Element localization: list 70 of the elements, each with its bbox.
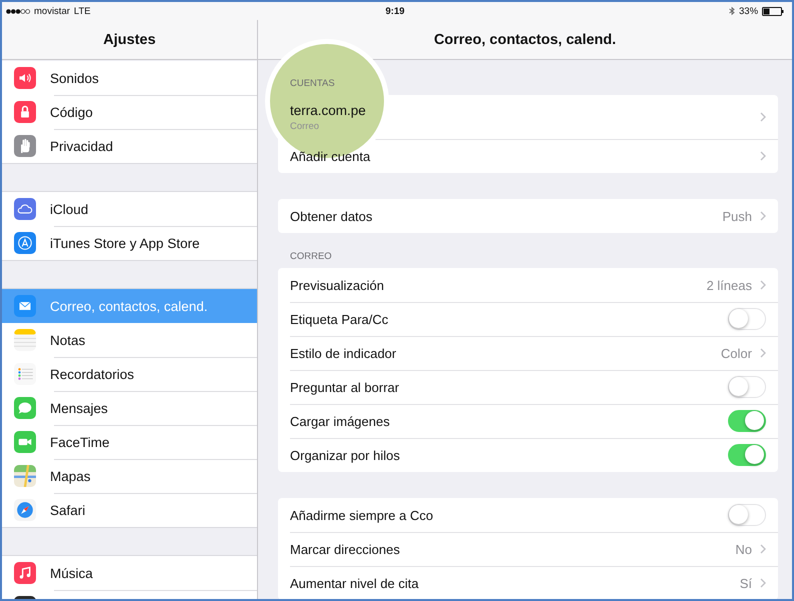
row-value: Color [720,346,752,360]
settings-row[interactable]: Aumentar nivel de cita Sí [278,566,778,599]
sidebar-item[interactable]: Código [2,95,257,129]
sidebar-item[interactable]: iTunes Store y App Store [2,226,257,260]
compass-icon [14,499,36,521]
bluetooth-icon [729,6,735,16]
sidebar-item[interactable]: Recordatorios [2,357,257,391]
map-icon [14,465,36,487]
battery-icon [762,6,784,16]
sidebar-item[interactable]: Privacidad [2,129,257,163]
envelope-icon [14,295,36,317]
row-label: Previsualización [290,278,385,292]
chevron-icon [760,211,766,221]
row-label: Organizar por hilos [290,448,401,462]
section-header: CORREO [289,251,333,264]
lock-icon [14,101,36,123]
row-label: Cargar imágenes [290,414,391,428]
section-header: CUENTAS [289,78,336,91]
sidebar-item[interactable]: FaceTime [2,425,257,459]
chevron-icon [760,112,766,122]
row-label: Estilo de indicador [290,346,398,360]
row-label: Etiqueta Para/Cc [290,312,390,326]
status-time: 9:19 [386,6,405,16]
settings-row[interactable]: Marcar direcciones No [278,532,778,566]
list-icon [14,363,36,385]
music-note-icon [14,562,36,584]
letter-a-icon [14,232,36,254]
settings-row[interactable]: Previsualización 2 líneas [278,268,778,302]
row-label: Añadir cuenta [290,148,372,164]
settings-row[interactable]: Obtener datos Push [278,199,778,233]
cloud-icon [14,198,36,220]
signal-icon [6,8,30,14]
carrier-name: movistar [34,6,70,16]
page-title: Correo, contactos, calend. [434,32,616,48]
chevron-icon [760,348,766,358]
toggle-switch[interactable] [728,444,766,466]
notepad-icon [14,329,36,351]
speech-bubble-icon [14,397,36,419]
toggle-switch[interactable] [728,410,766,432]
toggle-switch[interactable] [728,308,766,330]
row-label: Preguntar al borrar [290,380,400,394]
sidebar-item[interactable]: Safari [2,493,257,527]
row-label: Aumentar nivel de cita [290,576,420,590]
sidebar-item[interactable]: Mensajes [2,391,257,425]
row-label: Añadirme siempre a Cco [290,508,434,522]
video-camera-icon [14,431,36,453]
row-value: 2 líneas [706,278,752,292]
hand-icon [14,135,36,157]
toggle-switch[interactable] [728,504,766,526]
sidebar-item[interactable]: iCloud [2,192,257,226]
chevron-icon [760,151,766,161]
row-label: Marcar direcciones [290,542,401,556]
sidebar-item[interactable]: Notas [2,323,257,357]
settings-row[interactable]: Estilo de indicador Color [278,336,778,370]
row-value: Sí [740,576,752,590]
sidebar-item[interactable]: Sonidos [2,61,257,95]
row-value: Push [722,208,752,224]
chevron-icon [760,578,766,588]
network-type: LTE [74,6,91,16]
chevron-icon [760,544,766,554]
chevron-icon [760,280,766,290]
row-value: No [735,542,752,556]
sidebar-item[interactable]: Mapas [2,459,257,493]
battery-percentage: 33% [739,6,758,16]
sidebar-title: Ajustes [103,32,156,48]
toggle-switch[interactable] [728,376,766,398]
account-type: Correo [290,120,320,132]
row-label: Obtener datos [290,208,374,224]
speaker-icon [14,67,36,89]
account-name: terra.com.pe [290,102,367,118]
